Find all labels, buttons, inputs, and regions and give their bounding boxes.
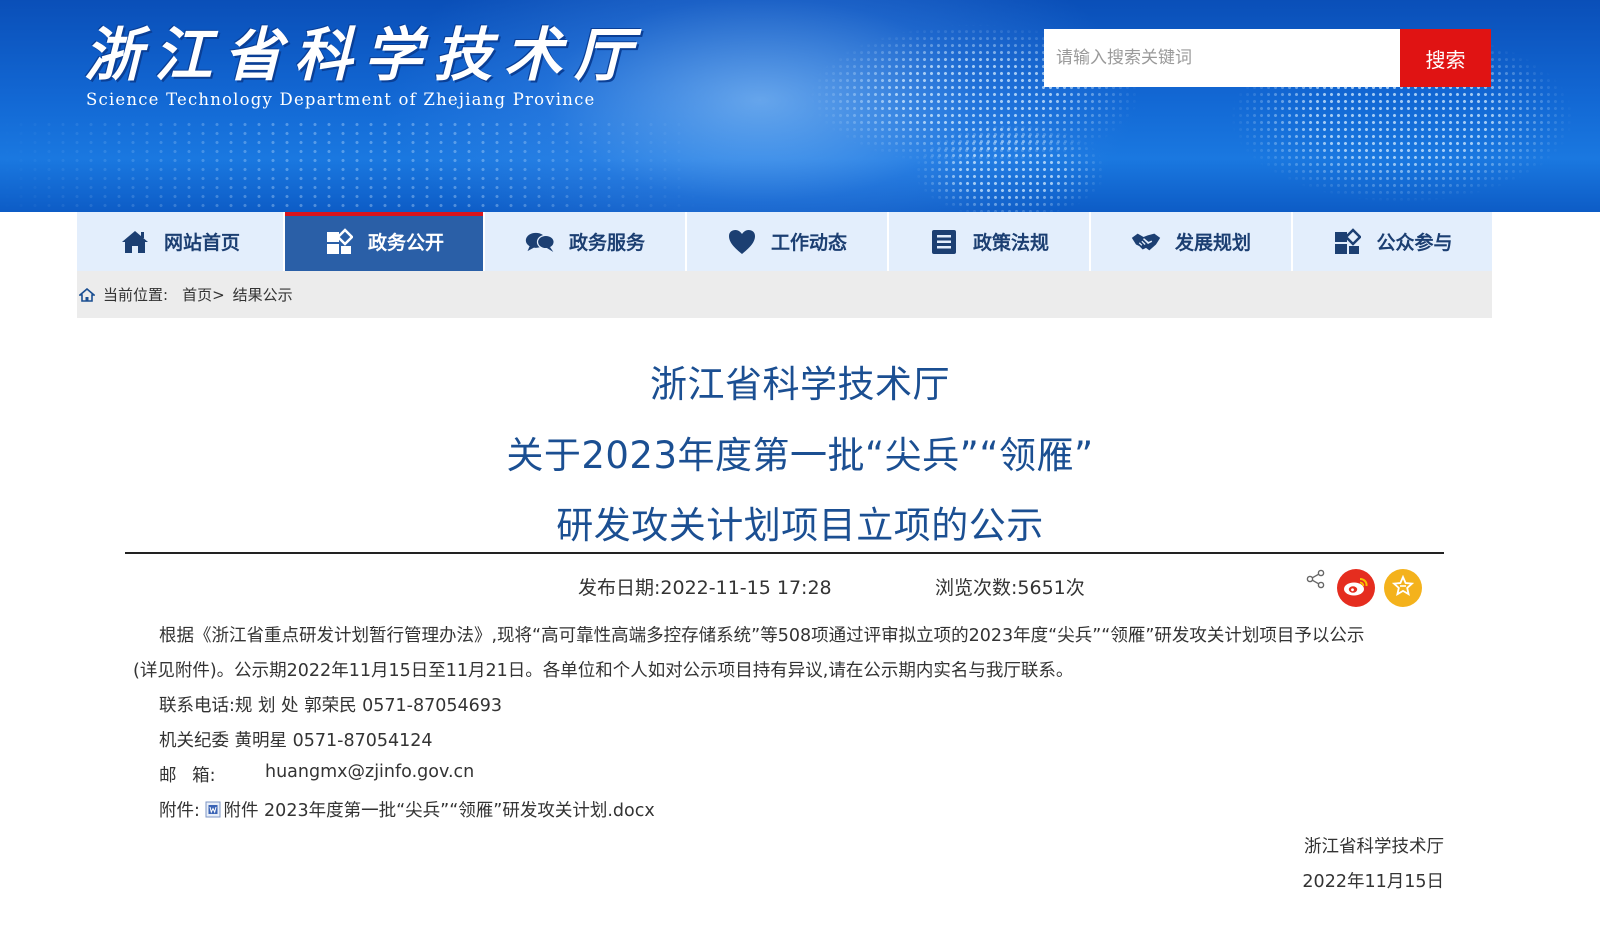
site-logo-english: Science Technology Department of Zhejian… (86, 90, 596, 109)
nav-item-label: 工作动态 (770, 232, 847, 254)
publish-date: 发布日期:2022-11-15 17:28 (578, 577, 832, 599)
banner-dot-pattern (0, 120, 700, 212)
signature-organization: 浙江省科学技术厅 (1304, 837, 1444, 857)
main-nav: 网站首页 政务公开 政务服务 工作动态 政策法规 发展规划 公众参与 (77, 212, 1492, 271)
body-paragraph-line-1: 根据《浙江省重点研发计划暂行管理办法》,现将“高可靠性高端多控存储系统”等508… (159, 626, 1365, 646)
weibo-icon (1343, 575, 1369, 601)
nav-item-work-news[interactable]: 工作动态 (687, 212, 889, 271)
attachment-label: 附件: (159, 801, 200, 821)
open-affairs-icon (324, 227, 354, 257)
nav-item-home[interactable]: 网站首页 (77, 212, 285, 271)
nav-item-public-participation[interactable]: 公众参与 (1293, 212, 1492, 271)
weibo-share-button[interactable] (1337, 569, 1375, 607)
attachment-row: 附件: 附件 2023年度第一批“尖兵”“领雁”研发攻关计划.docx (159, 797, 655, 822)
handshake-icon (1131, 227, 1161, 257)
document-list-icon (929, 227, 959, 257)
breadcrumb-home-link[interactable]: 首页> (182, 284, 225, 305)
star-icon (1391, 574, 1415, 601)
nav-item-label: 发展规划 (1174, 232, 1251, 254)
attachment-file-link[interactable]: 附件 2023年度第一批“尖兵”“领雁”研发攻关计划.docx (223, 801, 654, 821)
home-icon (120, 227, 150, 257)
search-button[interactable]: 搜索 (1400, 29, 1491, 87)
article-title-line-3: 研发攻关计划项目立项的公示 (556, 504, 1044, 547)
share-icon[interactable] (1306, 569, 1326, 589)
contact-discipline: 机关纪委 黄明星 0571-87054124 (159, 731, 433, 751)
nav-item-label: 政务服务 (568, 232, 645, 254)
nav-item-label: 网站首页 (163, 232, 240, 254)
breadcrumb-current-link[interactable]: 结果公示 (233, 284, 293, 305)
title-divider (125, 552, 1444, 554)
email-label: 邮 箱: (159, 766, 216, 786)
nav-item-label: 公众参与 (1376, 232, 1453, 254)
nav-item-services[interactable]: 政务服务 (485, 212, 687, 271)
site-logo-chinese[interactable]: 浙江省科学技术厅 (84, 8, 632, 89)
signature-date: 2022年11月15日 (1302, 872, 1444, 892)
nav-item-policies[interactable]: 政策法规 (889, 212, 1091, 271)
contact-phone: 联系电话:规 划 处 郭荣民 0571-87054693 (159, 696, 503, 716)
banner-world-map-dots (880, 110, 1140, 212)
favorite-button[interactable] (1384, 569, 1422, 607)
breadcrumb: 当前位置: 首页> 结果公示 (77, 271, 1492, 318)
body-paragraph-line-2: (详见附件)。公示期2022年11月15日至11月21日。各单位和个人如对公示项… (133, 661, 1074, 681)
heart-icon (727, 227, 757, 257)
article-title-line-1: 浙江省科学技术厅 (650, 363, 950, 406)
nav-item-label: 政务公开 (367, 232, 444, 254)
location-home-icon (79, 286, 97, 304)
public-participation-icon (1332, 227, 1362, 257)
word-doc-icon (205, 801, 221, 818)
article-title-line-2: 关于2023年度第一批“尖兵”“领雁” (506, 434, 1094, 477)
nav-item-open-affairs[interactable]: 政务公开 (285, 212, 485, 271)
email-link[interactable]: huangmx@zjinfo.gov.cn (265, 762, 474, 782)
chat-bubbles-icon (525, 227, 555, 257)
breadcrumb-prefix: 当前位置: (103, 286, 169, 304)
header-banner: 浙江省科学技术厅 Science Technology Department o… (0, 0, 1600, 212)
view-count: 浏览次数:5651次 (935, 577, 1085, 599)
nav-item-planning[interactable]: 发展规划 (1091, 212, 1293, 271)
nav-item-label: 政策法规 (972, 232, 1049, 254)
search-input[interactable] (1044, 29, 1400, 87)
